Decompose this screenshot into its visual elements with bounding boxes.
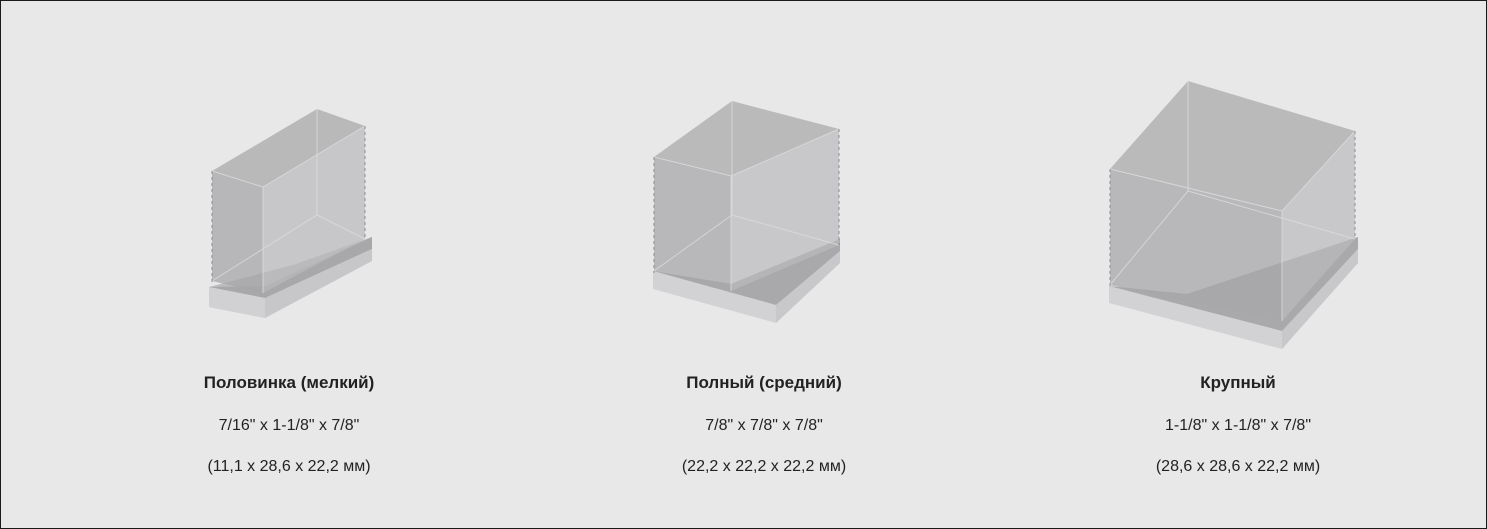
item-dimensions-mm: (11,1 x 28,6 x 22,2 мм) [207,458,371,475]
item-dimensions-mm: (28,6 x 28,6 x 22,2 мм) [1155,458,1321,475]
item-dimensions-inches: 7/8" x 7/8" x 7/8" [705,417,823,434]
item-title: Крупный [1200,373,1276,392]
item-title: Полный (средний) [686,373,842,392]
item-dimensions-inches: 7/16" x 1-1/8" x 7/8" [218,417,360,434]
item-dimensions-mm: (22,2 x 22,2 x 22,2 мм) [681,458,847,475]
full-cube-image [653,101,840,323]
half-cube-image [209,109,372,318]
item-dimensions-inches: 1-1/8" x 1-1/8" x 7/8" [1165,417,1311,434]
large-cube-image [1109,81,1358,349]
item-title: Половинка (мелкий) [203,373,375,392]
size-comparison-panel: Половинка (мелкий) 7/16" x 1-1/8" x 7/8"… [0,0,1487,529]
